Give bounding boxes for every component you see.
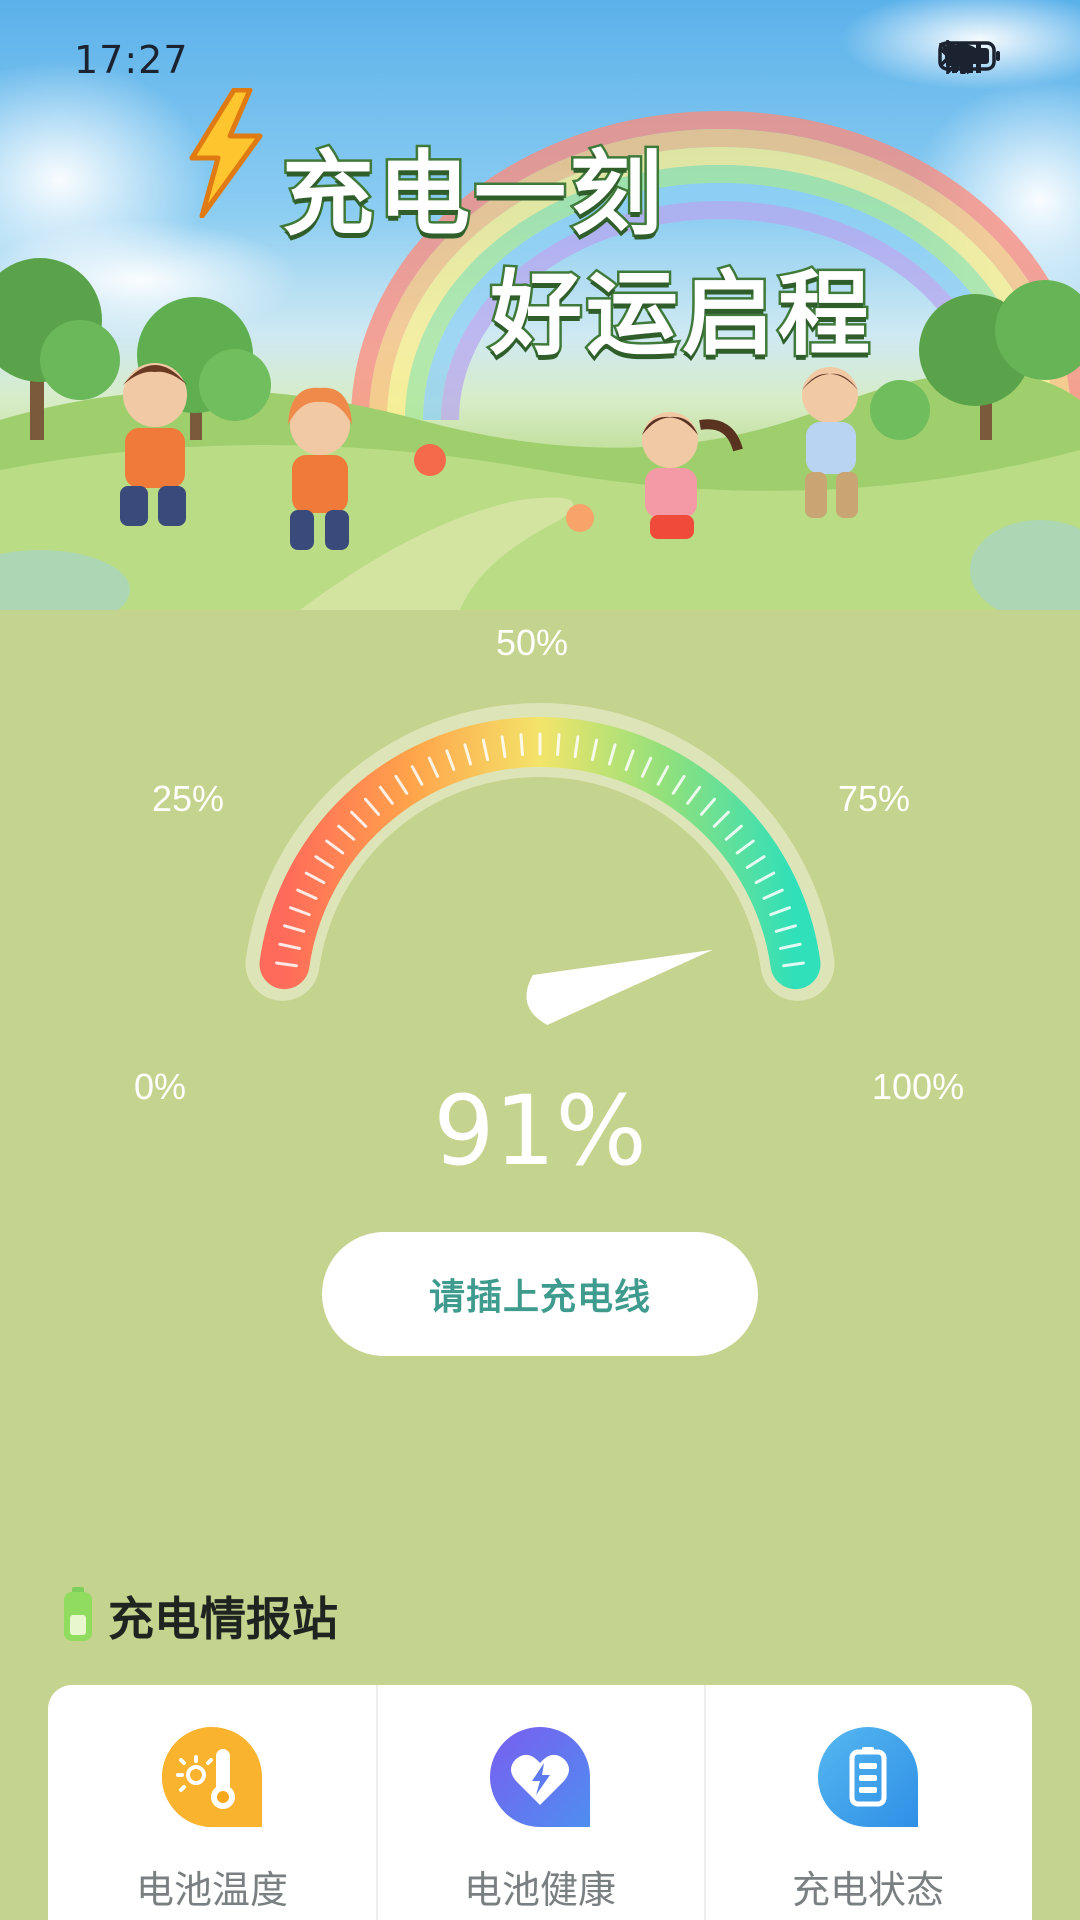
plug-charger-button[interactable]: 请插上充电线: [322, 1232, 758, 1356]
thermometer-icon: [160, 1725, 264, 1833]
hero-title-line-1: 充电一刻: [279, 139, 667, 251]
info-item-battery-health[interactable]: 电池健康: [376, 1685, 704, 1920]
section-title: 充电情报站: [62, 1586, 338, 1646]
info-label-charging-status: 充电状态: [791, 1868, 944, 1912]
battery-small-icon: [62, 1585, 94, 1647]
status-bar: 17:27 6 5G: [0, 0, 1080, 120]
battery-percent-value: 91%: [433, 1075, 647, 1187]
info-item-charging-status[interactable]: 充电状态: [704, 1685, 1032, 1920]
gauge-needle: [526, 949, 713, 1025]
info-item-battery-temperature[interactable]: 电池温度: [48, 1685, 376, 1920]
status-time: 17:27: [74, 38, 189, 82]
heart-bolt-icon: [488, 1725, 592, 1833]
section-title-text: 充电情报站: [108, 1592, 338, 1646]
info-label-battery-temperature: 电池温度: [135, 1868, 288, 1912]
info-label-battery-health: 电池健康: [463, 1868, 616, 1912]
battery-status-icon: [816, 1725, 920, 1833]
gauge-tick: [556, 733, 561, 757]
hero-banner: 17:27 6 5G 充电一刻 好运启程: [0, 0, 1080, 610]
gauge-tick: [519, 733, 524, 757]
info-card: 电池温度 电池健康 充电状态: [48, 1685, 1032, 1920]
status-icons: 6 5G: [938, 40, 1010, 80]
hero-title-line-2: 好运启程: [487, 259, 875, 371]
